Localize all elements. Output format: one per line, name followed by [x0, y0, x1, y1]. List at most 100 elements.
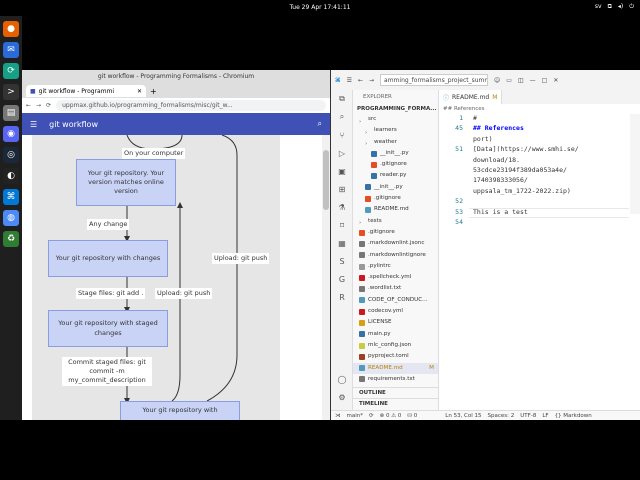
account-icon[interactable]: ◯	[331, 370, 353, 388]
tree-file[interactable]: requirements.txt	[353, 374, 438, 385]
tree-folder[interactable]: › weather	[353, 137, 438, 148]
testing-icon[interactable]: ⚗	[331, 198, 353, 216]
scikit-icon[interactable]: S	[331, 252, 353, 270]
command-center-search[interactable]: amming_formalisms_project_summ	[380, 74, 489, 86]
steam-icon[interactable]: ◎	[3, 147, 19, 163]
tree-file[interactable]: main.py	[353, 329, 438, 340]
tree-file[interactable]: .markdownlint.jsonc	[353, 238, 438, 249]
code-line[interactable]: port)	[473, 135, 493, 143]
network-icon[interactable]: ⧉	[608, 3, 612, 11]
source-control-icon[interactable]: ⑂	[331, 126, 353, 144]
code-line[interactable]: 1740398333056/	[473, 176, 528, 184]
minimap[interactable]	[630, 114, 640, 214]
indentation-status[interactable]: Spaces: 2	[488, 413, 515, 419]
tree-file[interactable]: codecov.yml	[353, 306, 438, 317]
settings-icon[interactable]: ⚙	[331, 388, 353, 406]
browser-tab[interactable]: ■ git workflow - Programmi ✕	[26, 85, 146, 97]
firefox-icon[interactable]: ●	[3, 21, 19, 37]
forward-icon[interactable]: →	[369, 77, 374, 84]
close-icon[interactable]: ✕	[553, 77, 558, 84]
maximize-icon[interactable]: □	[542, 77, 548, 84]
terminal-icon[interactable]: >	[3, 84, 19, 100]
language-mode[interactable]: {} Markdown	[555, 413, 592, 419]
new-tab-icon[interactable]: +	[150, 87, 157, 96]
tree-file[interactable]: pyproject.toml	[353, 351, 438, 362]
tree-file[interactable]: .pylintrc	[353, 261, 438, 272]
tree-file[interactable]: .gitignore	[353, 227, 438, 238]
forward-icon[interactable]: →	[36, 102, 41, 109]
tree-file[interactable]: .markdownlintignore	[353, 250, 438, 261]
tree-folder[interactable]: › tests	[353, 216, 438, 227]
menu-icon[interactable]: ☰	[30, 120, 37, 129]
code-line[interactable]: [Data](https://www.smhi.se/	[473, 145, 579, 153]
menu-icon[interactable]: ☰	[347, 77, 352, 84]
cursor-position[interactable]: Ln 53, Col 15	[445, 413, 481, 419]
tree-file[interactable]: .wordlist.txt	[353, 283, 438, 294]
copilot-icon[interactable]: ☺	[494, 77, 500, 84]
obs-icon[interactable]: ◐	[3, 168, 19, 184]
tree-file[interactable]: .gitignore	[353, 193, 438, 204]
layout-icon[interactable]: ▭	[506, 77, 512, 84]
run-debug-icon[interactable]: ▷	[331, 144, 353, 162]
tree-file[interactable]: LICENSE	[353, 317, 438, 328]
project-root[interactable]: PROGRAMMING_FORMA...	[353, 104, 438, 114]
tree-file[interactable]: README.md	[353, 204, 438, 215]
back-icon[interactable]: ←	[358, 77, 363, 84]
r-language-icon[interactable]: R	[331, 288, 353, 306]
split-icon[interactable]: ◫	[518, 77, 524, 84]
tree-folder[interactable]: › learners	[353, 125, 438, 136]
back-icon[interactable]: ←	[26, 102, 31, 109]
sync-icon[interactable]: ⟳	[3, 63, 19, 79]
code-line[interactable]: This is a test	[473, 208, 528, 216]
git-branch[interactable]: main*	[347, 413, 364, 419]
tree-file[interactable]: .spellcheck.yml	[353, 272, 438, 283]
explorer-icon[interactable]: ⧉	[331, 90, 353, 108]
trash-icon[interactable]: ♻	[3, 231, 19, 247]
files-icon[interactable]: ▤	[3, 105, 19, 121]
scrollbar-thumb[interactable]	[323, 150, 329, 210]
eol-status[interactable]: LF	[542, 413, 548, 419]
minimize-icon[interactable]: —	[530, 77, 536, 84]
remote-icon[interactable]: ▣	[331, 162, 353, 180]
breadcrumb[interactable]: ## References	[439, 104, 640, 114]
tree-file[interactable]: CODE_OF_CONDUC...	[353, 295, 438, 306]
tree-folder[interactable]: › src	[353, 114, 438, 125]
code-line[interactable]: #	[473, 114, 477, 122]
ports-status[interactable]: ⛁ 0	[407, 413, 417, 419]
chromium-icon[interactable]: ◍	[3, 210, 19, 226]
outline-section[interactable]: OUTLINE	[353, 387, 439, 397]
docker-icon[interactable]: ▦	[331, 234, 353, 252]
code-line[interactable]: ## References	[473, 124, 524, 132]
tree-file[interactable]: README.md M	[353, 362, 438, 374]
volume-icon[interactable]: ◂)	[618, 3, 623, 11]
reload-icon[interactable]: ⟳	[46, 102, 51, 109]
tree-file[interactable]: __init__.py	[353, 148, 438, 159]
code-line[interactable]: uppsala_tm_1722-2022.zip)	[473, 187, 571, 195]
search-icon[interactable]: ⌕	[318, 119, 322, 129]
code-line[interactable]: 53cdce23194f389da053a4e/	[473, 166, 567, 174]
address-bar[interactable]: uppmax.github.io/programming_formalisms/…	[56, 100, 326, 111]
encoding-status[interactable]: UTF-8	[520, 413, 536, 419]
timeline-section[interactable]: TIMELINE	[353, 398, 439, 408]
tab-close-icon[interactable]: ✕	[137, 88, 142, 95]
system-tray[interactable]: sv ⧉ ◂) ⏻	[595, 3, 634, 11]
code-line[interactable]: download/18.	[473, 156, 520, 164]
problems-status[interactable]: ⊗ 0 ⚠ 0	[380, 413, 402, 419]
remote-indicator-icon[interactable]: ⋊	[335, 413, 341, 419]
vscode-icon[interactable]: ⌘	[3, 189, 19, 205]
language-indicator[interactable]: sv	[595, 3, 602, 11]
bookmark-icon[interactable]: ⌑	[331, 216, 353, 234]
extensions-icon[interactable]: ⊞	[331, 180, 353, 198]
discord-icon[interactable]: ◉	[3, 126, 19, 142]
power-icon[interactable]: ⏻	[629, 3, 634, 11]
github-icon[interactable]: G	[331, 270, 353, 288]
page-scrollbar[interactable]	[322, 135, 330, 420]
sync-status[interactable]: ⟳	[369, 413, 374, 419]
system-clock[interactable]: Tue 29 Apr 17:41:11	[0, 4, 640, 11]
tree-file[interactable]: .gitignore	[353, 159, 438, 170]
editor-tab-readme[interactable]: ⓘ README.md M	[439, 90, 503, 104]
tree-file[interactable]: mlc_config.json	[353, 340, 438, 351]
tree-file[interactable]: reader.py	[353, 170, 438, 181]
thunderbird-icon[interactable]: ✉	[3, 42, 19, 58]
tree-file[interactable]: __init__.py	[353, 182, 438, 193]
